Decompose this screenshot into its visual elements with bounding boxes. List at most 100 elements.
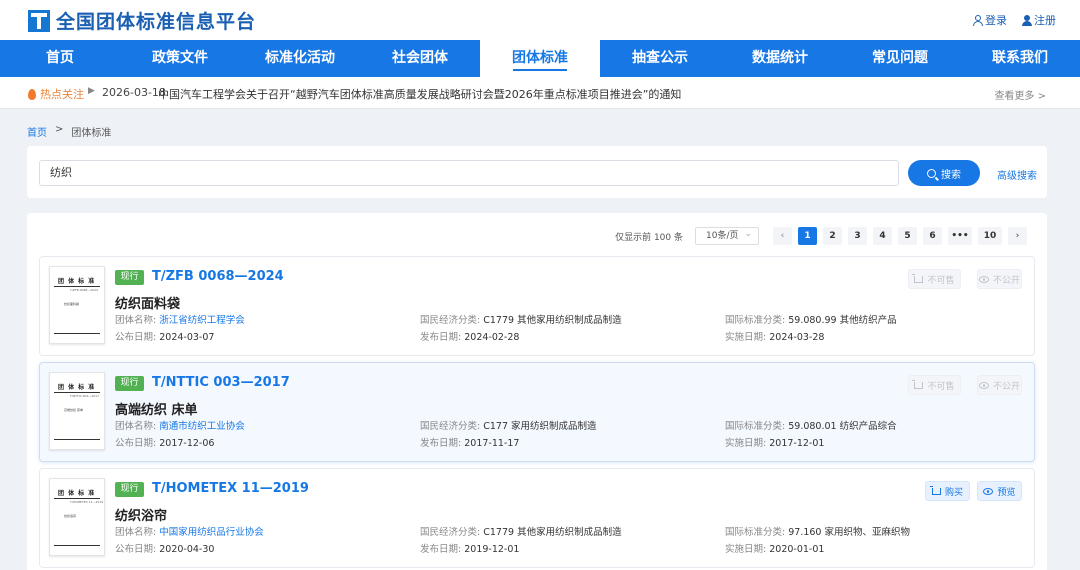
- not-public-button: 不公开: [977, 375, 1022, 395]
- page-button[interactable]: •••: [948, 227, 972, 245]
- meta-org: 团体名称: 浙江省纺织工程学会: [115, 312, 245, 326]
- thumbnail-code: T/ZFB 0068—2024: [70, 288, 98, 292]
- nav-item[interactable]: 政策文件: [120, 40, 240, 77]
- login-link[interactable]: 登录: [972, 12, 1007, 28]
- meta-label: 实施日期:: [725, 438, 767, 449]
- meta-release: 发布日期: 2017-11-17: [420, 435, 519, 449]
- view-label: 预览: [997, 487, 1016, 498]
- org-name-link[interactable]: 浙江省纺织工程学会: [159, 315, 245, 326]
- not-for-sale-button: 不可售: [908, 269, 961, 289]
- meta-econ: 国民经济分类: C177 家用纺织制成品制造: [420, 418, 597, 432]
- standard-thumbnail[interactable]: 团 体 标 准 T/ZFB 0068—2024 纺织面料袋: [49, 266, 105, 344]
- meta-publish: 公布日期: 2017-12-06: [115, 435, 214, 449]
- hot-news-link[interactable]: 中国汽车工程学会关于召开“越野汽车团体标准高质量发展战略研讨会暨2026年重点标…: [158, 86, 681, 102]
- prev-page-button[interactable]: ‹: [773, 227, 792, 245]
- search-input[interactable]: 纺织: [39, 160, 899, 186]
- nav-item[interactable]: 标准化活动: [240, 40, 360, 77]
- advanced-search-link[interactable]: 高级搜索: [997, 167, 1037, 182]
- next-page-button[interactable]: ›: [1008, 227, 1027, 245]
- buy-label: 不可售: [927, 275, 955, 286]
- nav-item[interactable]: 团体标准: [480, 40, 600, 77]
- nav-item[interactable]: 抽查公示: [600, 40, 720, 77]
- user-solid-icon: [1021, 15, 1032, 26]
- meta-value: C177 家用纺织制成品制造: [483, 421, 597, 432]
- page-button[interactable]: 2: [823, 227, 842, 245]
- standard-code-link[interactable]: T/NTTIC 003—2017: [152, 375, 290, 390]
- pagination: 仅显示前 100 条 10条/页 ‹ 123456 ••• 10 ›: [615, 226, 1027, 245]
- meta-value: 2017-12-01: [769, 438, 825, 449]
- register-link[interactable]: 注册: [1021, 12, 1056, 28]
- org-name-link[interactable]: 中国家用纺织品行业协会: [159, 527, 264, 538]
- meta-org: 团体名称: 南通市纺织工业协会: [115, 418, 245, 432]
- user-icon: [972, 15, 983, 26]
- search-button[interactable]: 搜索: [908, 160, 980, 186]
- thumbnail-rule: [54, 333, 100, 334]
- not-for-sale-button: 不可售: [908, 375, 961, 395]
- meta-label: 发布日期:: [420, 438, 462, 449]
- meta-intl: 国际标准分类: 97.160 家用织物、亚麻织物: [725, 524, 910, 538]
- meta-label: 团体名称:: [115, 315, 157, 326]
- meta-publish: 公布日期: 2024-03-07: [115, 329, 214, 343]
- meta-label: 公布日期:: [115, 544, 157, 555]
- main-nav: 首页 政策文件 标准化活动 社会团体 团体标准 抽查公示 数据统计 常见问题 联系我们: [0, 40, 1080, 77]
- pagination-info: 仅显示前 100 条: [615, 232, 683, 243]
- breadcrumb-current: 团体标准: [71, 128, 112, 139]
- page-button[interactable]: 3: [848, 227, 867, 245]
- flame-icon: [28, 88, 36, 100]
- page-button[interactable]: 10: [978, 227, 1002, 245]
- view-label: 不公开: [992, 381, 1020, 392]
- buy-button[interactable]: 购买: [925, 481, 970, 501]
- meta-value: 2017-11-17: [464, 438, 520, 449]
- meta-impl: 实施日期: 2017-12-01: [725, 435, 824, 449]
- thumbnail-rule: [54, 286, 100, 287]
- search-panel: 纺织 搜索 高级搜索: [27, 146, 1047, 198]
- standard-card[interactable]: 团 体 标 准 T/NTTIC 003—2017 高端纺织 床单 现行 T/NTTIC …: [39, 362, 1035, 462]
- meta-label: 国际标准分类:: [725, 315, 786, 326]
- page-size-select[interactable]: 10条/页: [695, 226, 759, 245]
- page-button[interactable]: 4: [873, 227, 892, 245]
- org-name-link[interactable]: 南通市纺织工业协会: [159, 421, 245, 432]
- register-label: 注册: [1034, 14, 1056, 27]
- meta-value: 97.160 家用织物、亚麻织物: [788, 527, 910, 538]
- buy-label: 不可售: [927, 381, 955, 392]
- nav-item[interactable]: 数据统计: [720, 40, 840, 77]
- top-header: 全国团体标准信息平台 登录 注册: [0, 0, 1080, 40]
- logo-icon: [28, 9, 50, 32]
- meta-label: 团体名称:: [115, 527, 157, 538]
- page-button[interactable]: 1: [798, 227, 817, 245]
- meta-label: 公布日期:: [115, 438, 157, 449]
- thumbnail-rule: [54, 545, 100, 546]
- page-button[interactable]: 5: [898, 227, 917, 245]
- nav-item[interactable]: 常见问题: [840, 40, 960, 77]
- standard-card[interactable]: 团 体 标 准 T/ZFB 0068—2024 纺织面料袋 现行 T/ZFB 0068—…: [39, 256, 1035, 356]
- standard-card[interactable]: 团 体 标 准 T/HOMETEX 11—2019 纺织浴帘 现行 T/HOMETEX …: [39, 468, 1035, 568]
- thumbnail-title: 纺织浴帘: [64, 514, 77, 518]
- results-panel: 仅显示前 100 条 10条/页 ‹ 123456 ••• 10 › 团 体 标 准 T/…: [27, 213, 1047, 570]
- nav-item[interactable]: 首页: [0, 40, 120, 77]
- hot-news-date: 2026-03-18: [102, 86, 166, 99]
- thumbnail-title: 纺织面料袋: [64, 302, 80, 306]
- hot-topics-bar: 热点关注 ▶ 2026-03-18 中国汽车工程学会关于召开“越野汽车团体标准高…: [0, 77, 1080, 109]
- view-label: 不公开: [992, 275, 1020, 286]
- meta-intl: 国际标准分类: 59.080.99 其他纺织产品: [725, 312, 897, 326]
- thumbnail-rule: [54, 498, 100, 499]
- preview-button[interactable]: 预览: [977, 481, 1022, 501]
- breadcrumb-home[interactable]: 首页: [27, 124, 47, 139]
- cart-icon: [929, 485, 941, 495]
- site-logo[interactable]: 全国团体标准信息平台: [28, 7, 256, 34]
- meta-value: 2024-03-07: [159, 332, 215, 343]
- not-public-button: 不公开: [977, 269, 1022, 289]
- standard-code-link[interactable]: T/ZFB 0068—2024: [152, 269, 284, 284]
- auth-links: 登录 注册: [972, 12, 1056, 28]
- nav-item[interactable]: 联系我们: [960, 40, 1080, 77]
- thumbnail-title: 高端纺织 床单: [64, 408, 83, 412]
- view-more-link[interactable]: 查看更多 >: [994, 87, 1046, 102]
- standard-thumbnail[interactable]: 团 体 标 准 T/NTTIC 003—2017 高端纺织 床单: [49, 372, 105, 450]
- meta-econ: 国民经济分类: C1779 其他家用纺织制成品制造: [420, 312, 622, 326]
- thumbnail-heading: 团 体 标 准: [58, 384, 96, 391]
- standard-code-link[interactable]: T/HOMETEX 11—2019: [152, 481, 309, 496]
- nav-item[interactable]: 社会团体: [360, 40, 480, 77]
- status-badge: 现行: [115, 482, 144, 497]
- page-button[interactable]: 6: [923, 227, 942, 245]
- standard-thumbnail[interactable]: 团 体 标 准 T/HOMETEX 11—2019 纺织浴帘: [49, 478, 105, 556]
